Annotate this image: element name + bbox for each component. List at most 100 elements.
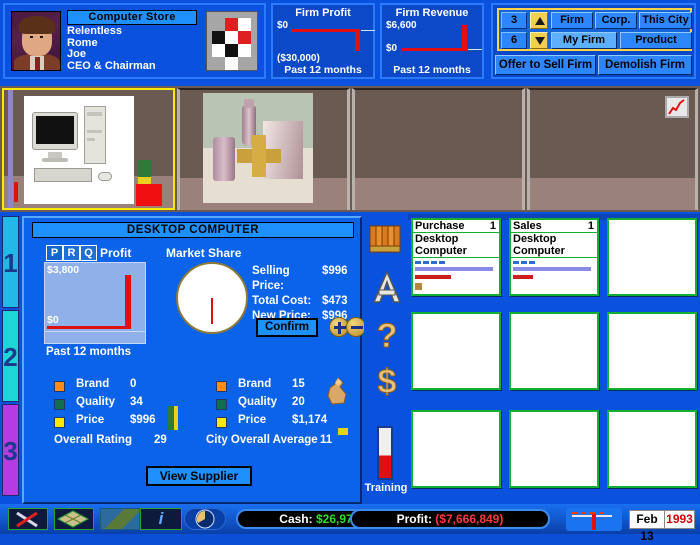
display-bay-4[interactable]: [527, 88, 698, 210]
scope-button-firm[interactable]: Firm: [551, 12, 593, 29]
stat-row-brand: Brand 0 Brand 15: [54, 378, 354, 396]
firm-profit-top-value: $0: [277, 20, 289, 31]
grid-card-empty-2[interactable]: [411, 312, 501, 390]
brand-label-city: Brand: [238, 378, 272, 390]
minus-circle-icon[interactable]: [346, 317, 366, 337]
ceo-name: Joe: [67, 48, 86, 60]
map-grid-icon[interactable]: [54, 508, 94, 530]
training-label: Training: [364, 482, 408, 494]
tab-revenue-r[interactable]: R: [63, 245, 80, 261]
firm-revenue-top-value: $6,600: [386, 20, 417, 31]
price-info: Selling Price: $996 Total Cost: $473 New…: [252, 264, 348, 324]
confirm-button[interactable]: Confirm: [256, 318, 318, 337]
ceo-company: Relentless: [67, 25, 123, 37]
market-share-pie: [176, 262, 248, 334]
world-map-icon[interactable]: [100, 508, 140, 530]
profit-chart-zero-value: $0: [47, 314, 59, 326]
rating-stats: Brand 0 Brand 15 Quality 34 Quality 20 P…: [54, 378, 354, 432]
finance-dollar-icon[interactable]: $: [368, 362, 406, 405]
product-detail-panel: DESKTOP COMPUTER P R Q Profit $3,800 $0 …: [22, 216, 366, 504]
display-bay-2[interactable]: [177, 88, 350, 210]
total-cost-label: Total Cost:: [252, 295, 312, 307]
firm-profit-title: Firm Profit: [295, 7, 351, 19]
card-line2: Desktop: [513, 233, 557, 245]
grid-card-empty-1[interactable]: [607, 218, 697, 296]
svg-text:?: ?: [377, 317, 398, 354]
firm-revenue-title: Firm Revenue: [395, 7, 469, 19]
firm-revenue-bottom-value: $0: [386, 43, 398, 54]
arrow-down-icon[interactable]: [530, 32, 548, 49]
view-supplier-button[interactable]: View Supplier: [146, 466, 252, 486]
profit-value: ($7,666,849): [435, 512, 504, 526]
help-question-icon[interactable]: ?: [368, 316, 406, 359]
offer-to-sell-firm-button[interactable]: Offer to Sell Firm: [495, 55, 596, 75]
grid-card-empty-6[interactable]: [509, 410, 599, 488]
card-qty: 1: [587, 220, 594, 232]
stat-row-quality: Quality 34 Quality 20: [54, 396, 354, 414]
scope-button-this-city[interactable]: This City: [639, 12, 692, 29]
display-bay-3[interactable]: [352, 88, 525, 210]
display-bay-1[interactable]: [2, 88, 175, 210]
scope-button-my-firm[interactable]: My Firm: [551, 32, 617, 49]
price-swatch-mine: [54, 417, 65, 428]
scope-selector: 3 6 Firm Corp. This City My Firm Product: [497, 8, 692, 51]
quality-value-mine: 34: [130, 396, 143, 408]
tab-profit-p[interactable]: P: [46, 245, 63, 261]
ceo-portrait: [11, 11, 61, 71]
demolish-firm-button[interactable]: Demolish Firm: [598, 55, 692, 75]
tools-icon[interactable]: [8, 508, 48, 530]
firm-profit-bottom-value: ($30,000): [277, 53, 320, 64]
card-line3: Computer: [415, 245, 467, 257]
grid-card-empty-3[interactable]: [509, 312, 599, 390]
operations-grid: Purchase 1 Desktop Computer Sales 1 Deskto…: [408, 214, 700, 504]
clock-icon[interactable]: [184, 508, 226, 530]
floor-selector: 1 2 3: [0, 214, 20, 504]
scope-button-corp[interactable]: Corp.: [595, 12, 637, 29]
speed-gauge-icon[interactable]: [566, 508, 622, 531]
price-value-city: $1,174: [292, 414, 328, 426]
quality-swatch-mine: [54, 399, 65, 410]
card-line3: Computer: [513, 245, 565, 257]
grid-card-empty-4[interactable]: [607, 312, 697, 390]
grid-card-empty-5[interactable]: [411, 410, 501, 488]
brand-label-mine: Brand: [76, 378, 110, 390]
store-name-label: Computer Store: [67, 10, 197, 25]
firm-revenue-footer: Past 12 months: [393, 64, 471, 76]
trend-graph-icon[interactable]: [665, 96, 689, 118]
level-number-bottom[interactable]: 6: [501, 32, 527, 49]
scope-button-product[interactable]: Product: [620, 32, 692, 49]
floor-tab-3[interactable]: 3: [2, 404, 19, 496]
price-swatch-city: [216, 417, 227, 428]
training-thermometer-icon[interactable]: [377, 426, 395, 480]
floor-tab-2[interactable]: 2: [2, 310, 19, 402]
grid-card-purchase[interactable]: Purchase 1 Desktop Computer: [411, 218, 501, 296]
stat-row-price: Price $996 Price $1,174: [54, 414, 354, 432]
inventory-books-icon[interactable]: [368, 222, 406, 261]
bottom-status-bar: i Cash: $26,973,966 Profit: ($7,666,849)…: [0, 504, 700, 543]
advertising-icon[interactable]: [368, 268, 406, 311]
firm-profit-graph: $0 ($30,000): [277, 20, 375, 64]
floor-tab-1[interactable]: 1: [2, 216, 19, 308]
arrow-up-icon[interactable]: [530, 12, 548, 29]
grid-card-empty-7[interactable]: [607, 410, 697, 488]
grid-card-sales[interactable]: Sales 1 Desktop Computer: [509, 218, 599, 296]
game-window: Computer Store Relentless Rome Joe CEO &…: [0, 0, 700, 543]
svg-text:$: $: [378, 363, 397, 400]
top-status-bar: Computer Store Relentless Rome Joe CEO &…: [0, 0, 700, 86]
city-average-value: 11: [320, 434, 333, 446]
quality-label-mine: Quality: [76, 396, 115, 408]
profit-label: Profit:: [396, 512, 432, 526]
info-icon[interactable]: i: [140, 508, 182, 530]
tab-quantity-q[interactable]: Q: [80, 245, 97, 261]
store-display-shelf: [0, 86, 700, 212]
firm-revenue-panel: Firm Revenue $6,600 $0 Past 12 months: [380, 3, 484, 79]
ceo-title: CEO & Chairman: [67, 59, 156, 72]
pointing-hand-icon: [324, 376, 350, 406]
price-label-mine: Price: [76, 414, 105, 426]
level-number-top[interactable]: 3: [501, 12, 527, 29]
quality-swatch-city: [216, 399, 227, 410]
ceo-details: Relentless Rome Joe CEO & Chairman: [67, 25, 156, 72]
brand-value-city: 15: [292, 378, 305, 390]
date-display: Feb 13 1993: [629, 510, 695, 543]
chart-mode-tabs: P R Q: [46, 245, 97, 261]
